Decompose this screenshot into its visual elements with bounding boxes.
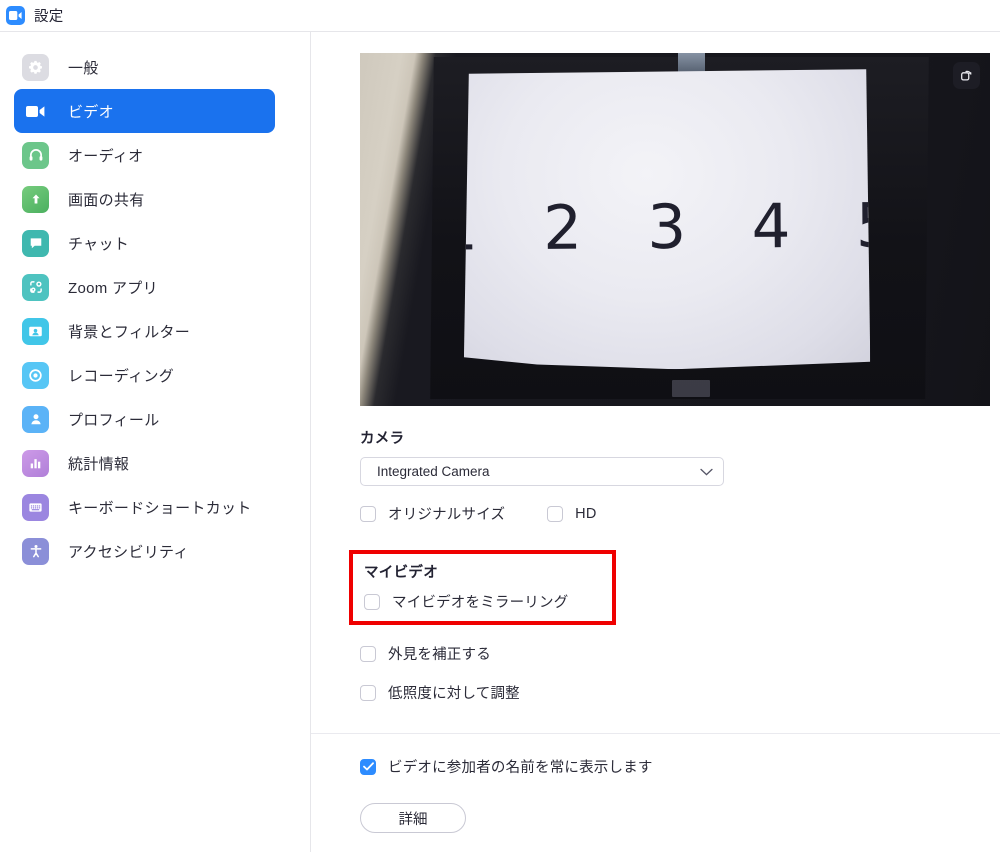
sidebar-item-chat[interactable]: チャット xyxy=(14,221,275,265)
checkbox-touch-up-appearance[interactable]: 外見を補正する xyxy=(360,643,1000,664)
sidebar-item-label: キーボードショートカット xyxy=(68,499,252,517)
my-video-extra-options: 外見を補正する 低照度に対して調整 xyxy=(360,643,1000,703)
zoom-apps-icon xyxy=(22,273,49,301)
sidebar-item-audio[interactable]: オーディオ xyxy=(14,133,275,177)
headphones-icon xyxy=(22,141,49,169)
checkbox-mirror-my-video[interactable]: マイビデオをミラーリング xyxy=(364,591,612,612)
gear-icon xyxy=(22,53,49,81)
sidebar-item-label: ビデオ xyxy=(68,103,114,121)
checkbox-hd[interactable]: HD xyxy=(547,505,597,522)
section-divider xyxy=(311,733,1000,734)
checkbox-label: HD xyxy=(575,505,597,522)
sidebar-item-label: Zoom アプリ xyxy=(68,279,158,297)
checkbox-box[interactable] xyxy=(360,684,376,701)
bar-chart-icon xyxy=(22,449,49,477)
window-titlebar: 設定 xyxy=(0,0,1000,31)
checkbox-box[interactable] xyxy=(547,505,564,522)
record-circle-icon xyxy=(22,361,49,389)
sidebar-item-label: 背景とフィルター xyxy=(68,323,191,341)
checkbox-label: マイビデオをミラーリング xyxy=(392,595,569,611)
checkbox-label: 低照度に対して調整 xyxy=(388,686,520,702)
sidebar-item-label: チャット xyxy=(68,235,130,253)
sidebar-item-screen-share[interactable]: 画面の共有 xyxy=(14,177,275,221)
sidebar-item-general[interactable]: 一般 xyxy=(14,45,275,89)
checkbox-box[interactable] xyxy=(364,593,380,610)
video-preview[interactable]: 1 2 3 4 5 xyxy=(360,53,990,406)
rotate-camera-icon[interactable] xyxy=(953,62,980,89)
video-paper-sheet: 1 2 3 4 5 xyxy=(463,69,871,370)
sidebar-item-label: 一般 xyxy=(68,59,99,77)
checkbox-box[interactable] xyxy=(360,758,376,775)
sidebar-item-profile[interactable]: プロフィール xyxy=(14,397,275,441)
sidebar-item-keyboard-shortcuts[interactable]: キーボードショートカット xyxy=(14,485,275,529)
accessibility-icon xyxy=(22,537,49,565)
settings-window: 一般 ビデオ オーディオ 画面の共有 チャット Zoom アプリ 背景とフィルタ… xyxy=(0,31,1000,852)
sidebar-item-label: アクセシビリティ xyxy=(68,543,189,561)
sidebar-item-statistics[interactable]: 統計情報 xyxy=(14,441,275,485)
sidebar-item-background-filters[interactable]: 背景とフィルター xyxy=(14,309,275,353)
checkbox-original-size[interactable]: オリジナルサイズ xyxy=(360,503,505,524)
checkbox-label: ビデオに参加者の名前を常に表示します xyxy=(388,760,653,776)
my-video-section-label: マイビデオ xyxy=(364,565,438,581)
chevron-down-icon xyxy=(700,468,713,475)
check-icon xyxy=(362,762,374,771)
camera-select[interactable]: Integrated Camera xyxy=(360,457,724,486)
sidebar-item-label: オーディオ xyxy=(68,147,144,165)
video-paper-digits: 1 2 3 4 5 xyxy=(439,190,919,266)
sidebar-item-label: 統計情報 xyxy=(68,455,130,473)
camera-section: カメラ Integrated Camera オリジナルサイズ HD xyxy=(360,427,1000,524)
camera-options-row: オリジナルサイズ HD xyxy=(360,503,1000,524)
sidebar-item-label: プロフィール xyxy=(68,411,160,429)
share-screen-up-arrow-icon xyxy=(22,185,49,213)
page-title: 設定 xyxy=(34,9,64,25)
checkbox-box[interactable] xyxy=(360,505,376,522)
zoom-camcorder-icon xyxy=(6,6,25,25)
sidebar-item-video[interactable]: ビデオ xyxy=(14,89,275,133)
chat-bubble-icon xyxy=(22,229,49,257)
video-bottom-marker xyxy=(672,379,711,398)
virtual-background-icon xyxy=(22,317,49,345)
camera-section-label: カメラ xyxy=(360,431,405,447)
video-settings-panel: 1 2 3 4 5 カメラ Integrated Camera オリジナルサイズ… xyxy=(311,32,1000,852)
settings-sidebar: 一般 ビデオ オーディオ 画面の共有 チャット Zoom アプリ 背景とフィルタ… xyxy=(0,32,311,852)
sidebar-item-recording[interactable]: レコーディング xyxy=(14,353,275,397)
my-video-highlight-box: マイビデオ マイビデオをミラーリング xyxy=(349,550,616,625)
sidebar-item-accessibility[interactable]: アクセシビリティ xyxy=(14,529,275,573)
checkbox-adjust-low-light[interactable]: 低照度に対して調整 xyxy=(360,682,1000,703)
sidebar-item-zoom-apps[interactable]: Zoom アプリ xyxy=(14,265,275,309)
camera-select-value: Integrated Camera xyxy=(377,464,490,479)
checkbox-label: 外見を補正する xyxy=(388,647,491,663)
checkbox-label: オリジナルサイズ xyxy=(388,507,506,523)
sidebar-item-label: レコーディング xyxy=(68,367,175,385)
video-camera-icon xyxy=(22,98,49,125)
checkbox-always-display-names[interactable]: ビデオに参加者の名前を常に表示します xyxy=(360,756,1000,777)
checkbox-box[interactable] xyxy=(360,645,376,662)
sidebar-item-label: 画面の共有 xyxy=(68,191,145,209)
bottom-options: ビデオに参加者の名前を常に表示します 詳細 xyxy=(360,756,1000,833)
advanced-button[interactable]: 詳細 xyxy=(360,803,466,833)
keyboard-icon xyxy=(22,493,49,521)
person-icon xyxy=(22,405,49,433)
